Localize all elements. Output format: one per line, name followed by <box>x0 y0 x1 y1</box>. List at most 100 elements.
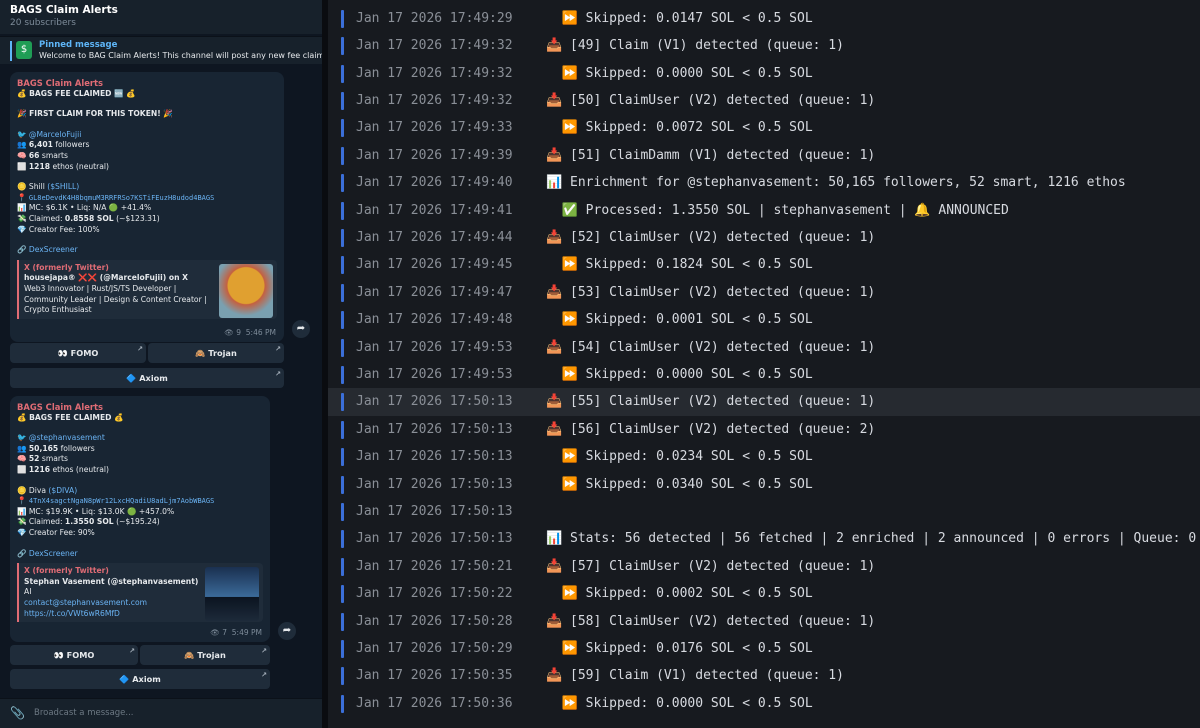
log-line: Jan 17 2026 17:49:41 ✅ Processed: 1.3550… <box>328 197 1200 224</box>
log-line: Jan 17 2026 17:50:35 📥 [59] Claim (V1) de… <box>328 662 1200 689</box>
external-arrow-icon: ↗ <box>275 345 281 353</box>
log-message: 📥 [59] Claim (V1) detected (queue: 1) <box>546 668 844 684</box>
token-symbol[interactable]: ($DIVA) <box>48 486 77 495</box>
log-line: Jan 17 2026 17:50:13 ⏩ Skipped: 0.0340 S… <box>328 471 1200 498</box>
log-line: Jan 17 2026 17:49:32 📥 [49] Claim (V1) de… <box>328 32 1200 59</box>
message-channel-name: BAGS Claim Alerts <box>17 402 104 412</box>
log-message: ⏩ Skipped: 0.0147 SOL < 0.5 SOL <box>546 10 813 26</box>
market-cap-line: MC: $6.1K • Liq: N/A 🟢 +41.4% <box>28 203 152 213</box>
log-marker <box>341 530 344 549</box>
axiom-button[interactable]: 🔷 Axiom ↗ <box>10 368 284 388</box>
log-timestamp: Jan 17 2026 17:49:40 <box>356 175 513 191</box>
axiom-button[interactable]: 🔷 Axiom ↗ <box>10 669 270 689</box>
log-line: Jan 17 2026 17:49:32 ⏩ Skipped: 0.0000 S… <box>328 60 1200 87</box>
log-message: 📥 [50] ClaimUser (V2) detected (queue: 1… <box>546 92 876 108</box>
external-arrow-icon: ↗ <box>137 345 143 353</box>
brain-icon: 🧠 <box>17 150 29 160</box>
log-line: Jan 17 2026 17:50:13 📥 [56] ClaimUser (V2… <box>328 416 1200 443</box>
log-timestamp: Jan 17 2026 17:50:13 <box>356 531 513 547</box>
smarts-label: smarts <box>41 150 68 160</box>
trojan-button[interactable]: 🙈 Trojan ↗ <box>148 343 284 363</box>
log-marker <box>341 37 344 56</box>
message-input[interactable]: Broadcast a message... <box>34 708 134 718</box>
log-marker <box>341 585 344 604</box>
channel-header[interactable]: BAGS Claim Alerts 20 subscribers <box>0 0 322 34</box>
log-marker <box>341 475 344 494</box>
money-icon: 💸 <box>17 517 29 527</box>
token-symbol[interactable]: ($SHILL) <box>47 182 79 191</box>
pin-icon: 📍 <box>17 496 29 506</box>
trojan-button[interactable]: 🙈 Trojan ↗ <box>140 645 270 665</box>
log-line: Jan 17 2026 17:49:39 📥 [51] ClaimDamm (V1… <box>328 142 1200 169</box>
card-url-link[interactable]: https://t.co/VWt6wR6MfD <box>24 609 201 620</box>
token-address[interactable]: 4TnX4sagctNgaN8pWr12LxcHQadiU8adLjm7AobW… <box>29 497 214 505</box>
log-message: ⏩ Skipped: 0.0072 SOL < 0.5 SOL <box>546 120 813 136</box>
fomo-button[interactable]: 👀 FOMO ↗ <box>10 343 146 363</box>
link-preview-card[interactable]: X (formerly Twitter) Stephan Vasement (@… <box>17 563 263 623</box>
log-line: Jan 17 2026 17:49:44 📥 [52] ClaimUser (V2… <box>328 224 1200 251</box>
log-line: Jan 17 2026 17:49:53 📥 [54] ClaimUser (V2… <box>328 334 1200 361</box>
share-icon[interactable]: ➦ <box>292 320 310 338</box>
claimed-label: Claimed: <box>28 517 63 527</box>
log-line: Jan 17 2026 17:49:47 📥 [53] ClaimUser (V2… <box>328 279 1200 306</box>
log-message: ⏩ Skipped: 0.0002 SOL < 0.5 SOL <box>546 586 813 602</box>
paperclip-icon[interactable]: 📎 <box>10 706 25 720</box>
log-line: Jan 17 2026 17:50:13 📊 Stats: 56 detected… <box>328 525 1200 552</box>
log-marker <box>341 64 344 83</box>
link-preview-card[interactable]: X (formerly Twitter) housejapa® ❌❌ (@Mar… <box>17 259 277 319</box>
log-message: ⏩ Skipped: 0.0176 SOL < 0.5 SOL <box>546 640 813 656</box>
card-thumbnail <box>205 567 259 622</box>
pinned-label: Pinned message <box>39 40 118 50</box>
market-cap-line: MC: $19.9K • Liq: $13.0K 🟢 +457.0% <box>28 506 175 516</box>
dexscreener-link[interactable]: DexScreener <box>29 245 78 254</box>
log-marker <box>341 311 344 330</box>
log-marker <box>341 502 344 521</box>
square-icon: ⬜ <box>17 464 29 474</box>
card-source: X (formerly Twitter) <box>24 566 109 576</box>
external-arrow-icon: ↗ <box>261 671 267 679</box>
log-timestamp: Jan 17 2026 17:50:13 <box>356 449 513 465</box>
share-icon[interactable]: ➦ <box>278 622 296 640</box>
log-message: 📥 [54] ClaimUser (V2) detected (queue: 1… <box>546 339 876 355</box>
log-line: Jan 17 2026 17:50:36 ⏩ Skipped: 0.0000 S… <box>328 690 1200 717</box>
claimed-label: Claimed: <box>28 213 63 223</box>
fomo-button[interactable]: 👀 FOMO ↗ <box>10 645 138 665</box>
log-line: Jan 17 2026 17:50:13 <box>328 498 1200 525</box>
diamond-icon: 💎 <box>17 527 29 537</box>
card-email-link[interactable]: contact@stephanvasement.com <box>24 598 201 609</box>
card-line: Crypto Enthusiast <box>24 305 92 315</box>
card-title: housejapa® ❌❌ (@MarceloFujii) on X <box>24 273 188 283</box>
log-line: Jan 17 2026 17:49:45 ⏩ Skipped: 0.1824 S… <box>328 251 1200 278</box>
smarts-count: 52 <box>28 454 40 464</box>
dexscreener-link[interactable]: DexScreener <box>29 549 78 558</box>
log-marker <box>341 667 344 686</box>
creator-fee: Creator Fee: 100% <box>28 224 100 234</box>
log-marker <box>341 448 344 467</box>
user-handle[interactable]: 🐦 @stephanvasement <box>17 433 263 444</box>
token-address[interactable]: GL8eDevdK4H8bqmuM3RRFRSo7KSTiFEuzH8udod4… <box>29 194 214 202</box>
log-message: 📥 [53] ClaimUser (V2) detected (queue: 1… <box>546 284 876 300</box>
user-handle[interactable]: 🐦 @MarceloFujii <box>17 130 277 141</box>
claimed-amount: 0.8558 SOL <box>64 213 114 223</box>
pinned-text: Welcome to BAG Claim Alerts! This channe… <box>39 51 322 60</box>
view-count: 9 <box>236 328 241 338</box>
log-line: Jan 17 2026 17:49:29 ⏩ Skipped: 0.0147 S… <box>328 5 1200 32</box>
log-line: Jan 17 2026 17:50:28 📥 [58] ClaimUser (V2… <box>328 608 1200 635</box>
log-message: ⏩ Skipped: 0.0234 SOL < 0.5 SOL <box>546 449 813 465</box>
log-timestamp: Jan 17 2026 17:49:32 <box>356 65 513 81</box>
smarts-label: smarts <box>41 454 68 464</box>
message-meta: 👁 9 5:46 PM <box>224 328 276 339</box>
claimed-amount: 1.3550 SOL <box>64 517 114 527</box>
external-arrow-icon: ↗ <box>275 370 281 378</box>
log-marker <box>341 174 344 193</box>
terminal-log[interactable]: Jan 17 2026 17:49:29 ⏩ Skipped: 0.0147 S… <box>328 0 1200 728</box>
card-line: Web3 Innovator | Rust/JS/TS Developer | <box>24 283 177 293</box>
bird-icon: 🐦 <box>17 129 29 139</box>
external-arrow-icon: ↗ <box>261 647 267 655</box>
pinned-message[interactable]: $ Pinned message Welcome to BAG Claim Al… <box>0 36 322 64</box>
log-timestamp: Jan 17 2026 17:50:13 <box>356 421 513 437</box>
log-message: ⏩ Skipped: 0.0001 SOL < 0.5 SOL <box>546 312 813 328</box>
ethos-score: 1216 <box>28 464 51 474</box>
log-marker <box>341 228 344 247</box>
log-timestamp: Jan 17 2026 17:50:35 <box>356 668 513 684</box>
